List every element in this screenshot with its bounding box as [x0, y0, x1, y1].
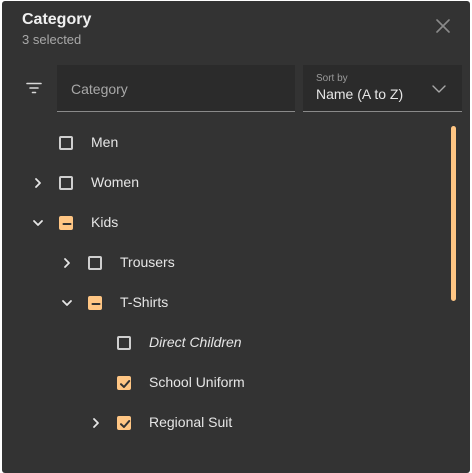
- check-icon: [120, 380, 131, 388]
- scrollbar-thumb[interactable]: [451, 126, 456, 301]
- tree-item-label: Men: [91, 134, 119, 150]
- chevron-down-icon: [33, 220, 43, 226]
- selection-count: 3 selected: [22, 32, 82, 47]
- category-search-input[interactable]: [57, 65, 295, 111]
- category-filter-dialog: Category 3 selected Sort by Name (A to Z…: [2, 1, 470, 473]
- tree-item-checkbox[interactable]: [117, 336, 131, 350]
- collapse-button[interactable]: [58, 294, 76, 312]
- tree-item-checkbox[interactable]: [88, 256, 102, 270]
- tree-item-checkbox[interactable]: [88, 296, 102, 310]
- tree-item[interactable]: School Uniform: [2, 363, 442, 403]
- collapse-button[interactable]: [29, 214, 47, 232]
- expand-button[interactable]: [29, 174, 47, 192]
- tree-item-checkbox[interactable]: [117, 376, 131, 390]
- tree-item-checkbox[interactable]: [59, 216, 73, 230]
- tree-item[interactable]: Kids: [2, 203, 442, 243]
- tree-item-label: Regional Suit: [149, 414, 233, 430]
- tree-item[interactable]: Regional Suit: [2, 403, 442, 443]
- chevron-down-icon: [432, 85, 446, 93]
- tree-item-label: Direct Children: [149, 334, 242, 350]
- tree-item[interactable]: T-Shirts: [2, 283, 442, 323]
- sort-dropdown[interactable]: Sort by Name (A to Z): [303, 65, 462, 112]
- tree-item[interactable]: Women: [2, 163, 442, 203]
- close-icon: [436, 19, 450, 33]
- filter-list-icon: [26, 82, 42, 94]
- tree-item-label: Women: [91, 174, 139, 190]
- chevron-right-icon: [93, 418, 99, 428]
- expand-button[interactable]: [87, 414, 105, 432]
- tree-item-label: Kids: [91, 214, 119, 230]
- chevron-right-icon: [64, 258, 70, 268]
- chevron-down-icon: [62, 300, 72, 306]
- category-search-field: [57, 65, 295, 112]
- dialog-header: Category 3 selected: [2, 1, 470, 59]
- minus-icon: [91, 303, 101, 305]
- sort-value: Name (A to Z): [316, 86, 404, 102]
- tree-item-checkbox[interactable]: [59, 136, 73, 150]
- tree-item-label: Trousers: [120, 254, 175, 270]
- check-icon: [120, 420, 131, 428]
- tree-item-checkbox[interactable]: [59, 176, 73, 190]
- tree-item[interactable]: Men: [2, 123, 442, 163]
- tree-item[interactable]: Trousers: [2, 243, 442, 283]
- expand-button[interactable]: [58, 254, 76, 272]
- tree-item-label: T-Shirts: [120, 294, 169, 310]
- chevron-right-icon: [35, 178, 41, 188]
- filter-button[interactable]: [20, 74, 48, 102]
- close-button[interactable]: [430, 13, 456, 39]
- tree-item-checkbox[interactable]: [117, 416, 131, 430]
- tree-item-label: School Uniform: [149, 374, 245, 390]
- dialog-title: Category: [22, 11, 92, 28]
- tree-item[interactable]: Direct Children: [2, 323, 442, 363]
- minus-icon: [62, 223, 72, 225]
- sort-label: Sort by: [316, 73, 348, 84]
